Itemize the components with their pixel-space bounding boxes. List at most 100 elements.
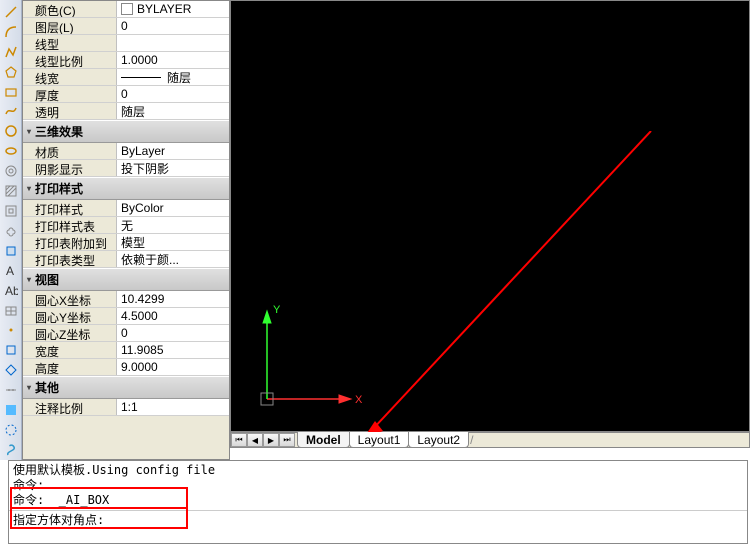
property-row: 线宽随层: [23, 69, 229, 86]
tool-divide[interactable]: [2, 381, 20, 399]
property-label: 打印样式表: [23, 217, 117, 233]
property-label: 材质: [23, 143, 117, 159]
property-value[interactable]: 0: [117, 86, 229, 102]
section-header[interactable]: 打印样式: [23, 177, 229, 200]
ucs-icon: X Y: [255, 303, 365, 413]
tool-line[interactable]: [2, 3, 20, 21]
property-value[interactable]: 1.0000: [117, 52, 229, 68]
property-value[interactable]: 9.0000: [117, 359, 229, 375]
property-row: 注释比例1:1: [23, 399, 229, 416]
property-value[interactable]: ByColor: [117, 200, 229, 216]
property-value[interactable]: 无: [117, 217, 229, 233]
property-row: 圆心Z坐标0: [23, 325, 229, 342]
property-row: 透明随层: [23, 103, 229, 120]
property-label: 打印表附加到: [23, 234, 117, 250]
property-value[interactable]: ByLayer: [117, 143, 229, 159]
tool-polygon[interactable]: [2, 63, 20, 81]
property-row: 圆心Y坐标4.5000: [23, 308, 229, 325]
property-label: 线型: [23, 35, 117, 51]
layout-tab-bar: ⏮ ◀ ▶ ⏭ ModelLayout1Layout2 /: [230, 432, 750, 448]
tool-boundary[interactable]: [2, 421, 20, 439]
property-label: 打印表类型: [23, 251, 117, 267]
section-header[interactable]: 三维效果: [23, 120, 229, 143]
tool-pline[interactable]: [2, 43, 20, 61]
property-row: 圆心X坐标10.4299: [23, 291, 229, 308]
annotation-arrow: [361, 131, 661, 451]
scroll-prev-icon[interactable]: ◀: [247, 433, 263, 447]
property-row: 颜色(C)BYLAYER: [23, 1, 229, 18]
tool-text[interactable]: A: [2, 262, 20, 280]
property-label: 图层(L): [23, 18, 117, 34]
scroll-next-icon[interactable]: ▶: [263, 433, 279, 447]
property-label: 线型比例: [23, 52, 117, 68]
property-label: 高度: [23, 359, 117, 375]
property-value[interactable]: [117, 35, 229, 51]
tool-gradient[interactable]: [2, 401, 20, 419]
command-input[interactable]: [106, 512, 747, 528]
tool-hatch[interactable]: [2, 182, 20, 200]
property-label: 注释比例: [23, 399, 117, 415]
scroll-last-icon[interactable]: ⏭: [279, 433, 295, 447]
tool-donut[interactable]: [2, 162, 20, 180]
layout-tab[interactable]: Layout1: [349, 432, 410, 448]
section-header[interactable]: 视图: [23, 268, 229, 291]
layout-tab[interactable]: Layout2: [408, 432, 469, 448]
scroll-first-icon[interactable]: ⏮: [231, 433, 247, 447]
tool-point[interactable]: [2, 322, 20, 340]
property-label: 透明: [23, 103, 117, 119]
properties-panel: 颜色(C)BYLAYER图层(L)0线型线型比例1.0000线宽随层厚度0透明随…: [22, 0, 230, 460]
property-row: 材质ByLayer: [23, 143, 229, 160]
property-label: 圆心Z坐标: [23, 325, 117, 341]
tool-table[interactable]: [2, 302, 20, 320]
property-label: 打印样式: [23, 200, 117, 216]
tool-circle[interactable]: [2, 122, 20, 140]
property-value[interactable]: BYLAYER: [117, 1, 229, 17]
property-label: 线宽: [23, 69, 117, 85]
property-row: 阴影显示投下阴影: [23, 160, 229, 177]
tool-mtext[interactable]: Ab: [2, 282, 20, 300]
property-label: 厚度: [23, 86, 117, 102]
tool-arc[interactable]: [2, 23, 20, 41]
property-value[interactable]: 4.5000: [117, 308, 229, 324]
property-value[interactable]: 11.9085: [117, 342, 229, 358]
ucs-x-label: X: [355, 394, 363, 406]
tool-region[interactable]: [2, 242, 20, 260]
property-value[interactable]: 随层: [117, 69, 229, 85]
ucs-y-label: Y: [273, 304, 281, 316]
property-label: 颜色(C): [23, 1, 117, 17]
model-viewport[interactable]: X Y: [230, 0, 750, 432]
draw-toolbar: A Ab: [0, 0, 22, 460]
section-header[interactable]: 其他: [23, 376, 229, 399]
property-value[interactable]: 投下阴影: [117, 160, 229, 176]
property-row: 线型: [23, 35, 229, 52]
property-value[interactable]: 10.4299: [117, 291, 229, 307]
tool-revcloud[interactable]: [2, 222, 20, 240]
property-value[interactable]: 0: [117, 325, 229, 341]
property-label: 圆心X坐标: [23, 291, 117, 307]
svg-text:Ab: Ab: [5, 284, 18, 298]
tool-wipeout[interactable]: [2, 202, 20, 220]
command-history: 使用默认模板.Using config file 命令: 命令: _AI_BOX: [9, 461, 747, 510]
property-row: 高度9.0000: [23, 359, 229, 376]
tool-rect[interactable]: [2, 83, 20, 101]
property-row: 厚度0: [23, 86, 229, 103]
property-value[interactable]: 依赖于颜...: [117, 251, 229, 267]
property-value[interactable]: 1:1: [117, 399, 229, 415]
property-row: 打印表类型依赖于颜...: [23, 251, 229, 268]
tool-spline[interactable]: [2, 103, 20, 121]
property-row: 宽度11.9085: [23, 342, 229, 359]
tool-insert[interactable]: [2, 361, 20, 379]
layout-tab[interactable]: Model: [297, 432, 350, 448]
tool-ellipse[interactable]: [2, 142, 20, 160]
svg-text:A: A: [6, 264, 14, 278]
property-row: 打印样式ByColor: [23, 200, 229, 217]
property-value[interactable]: 随层: [117, 103, 229, 119]
property-value[interactable]: 0: [117, 18, 229, 34]
command-area: 使用默认模板.Using config file 命令: 命令: _AI_BOX…: [8, 460, 748, 544]
property-value[interactable]: 模型: [117, 234, 229, 250]
tool-block[interactable]: [2, 341, 20, 359]
property-label: 宽度: [23, 342, 117, 358]
property-row: 线型比例1.0000: [23, 52, 229, 69]
property-row: 打印表附加到模型: [23, 234, 229, 251]
tool-helix[interactable]: [2, 441, 20, 459]
